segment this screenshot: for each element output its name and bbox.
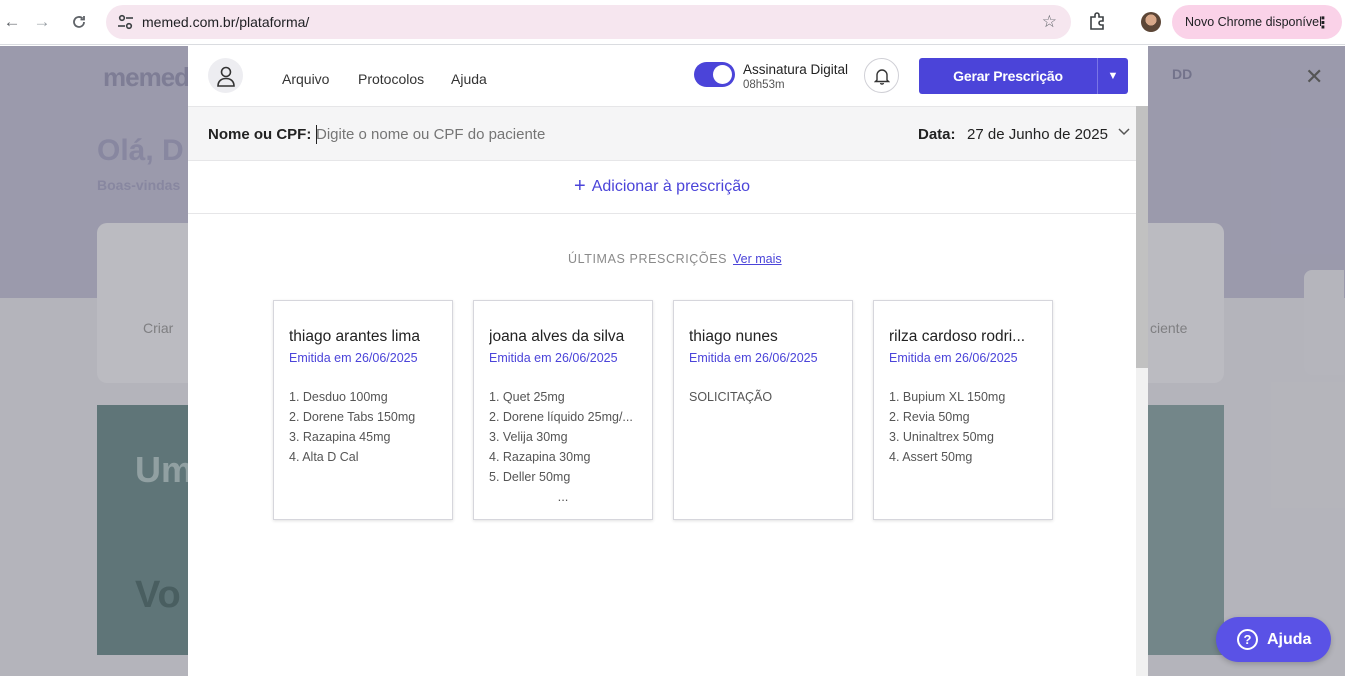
prescription-item: 1. Desduo 100mg bbox=[289, 390, 388, 404]
menu-arquivo[interactable]: Arquivo bbox=[282, 71, 329, 87]
browser-toolbar: ← → memed.com.br/plataforma/ ☆ Novo Chro… bbox=[0, 0, 1345, 45]
recent-prescriptions-title: ÚLTIMAS PRESCRIÇÕES bbox=[568, 252, 728, 266]
prescription-item: 5. Deller 50mg bbox=[489, 470, 571, 484]
menu-protocolos[interactable]: Protocolos bbox=[358, 71, 424, 87]
prescription-item: 1. Bupium XL 150mg bbox=[889, 390, 1006, 404]
emitted-date: Emitida em 26/06/2025 bbox=[489, 351, 618, 365]
prescription-card[interactable]: thiago arantes lima Emitida em 26/06/202… bbox=[273, 300, 453, 520]
more-items-ellipsis: ... bbox=[557, 489, 569, 504]
generate-options-dropdown[interactable]: ▼ bbox=[1097, 58, 1128, 94]
reload-icon[interactable] bbox=[67, 10, 91, 34]
address-bar[interactable]: memed.com.br/plataforma/ ☆ bbox=[106, 5, 1071, 39]
prescription-card[interactable]: thiago nunes Emitida em 26/06/2025 SOLIC… bbox=[673, 300, 853, 520]
signature-time: 08h53m bbox=[743, 79, 785, 91]
patient-row: Nome ou CPF: Data: 27 de Junho de 2025 bbox=[188, 106, 1136, 161]
help-button[interactable]: ? Ajuda bbox=[1216, 617, 1331, 662]
prescription-card[interactable]: rilza cardoso rodri... Emitida em 26/06/… bbox=[873, 300, 1053, 520]
more-vert-icon[interactable]: ⋮ bbox=[1315, 13, 1331, 33]
prescription-item: 4. Alta D Cal bbox=[289, 450, 359, 464]
help-label: Ajuda bbox=[1267, 630, 1312, 648]
bookmark-star-icon[interactable]: ☆ bbox=[1042, 12, 1057, 32]
prescription-item: 1. Quet 25mg bbox=[489, 390, 565, 404]
prescription-item: 3. Velija 30mg bbox=[489, 430, 568, 444]
site-settings-icon[interactable] bbox=[116, 13, 136, 31]
date-label: Data: bbox=[918, 126, 956, 143]
plus-icon: + bbox=[574, 174, 586, 197]
digital-signature-toggle[interactable] bbox=[694, 62, 735, 87]
patient-name: rilza cardoso rodri... bbox=[889, 328, 1026, 345]
prescription-item: 2. Dorene líquido 25mg/... bbox=[489, 410, 633, 424]
patient-name: joana alves da silva bbox=[489, 328, 625, 345]
patient-name: thiago arantes lima bbox=[289, 328, 420, 345]
prescription-item: 4. Razapina 30mg bbox=[489, 450, 591, 464]
see-more-link[interactable]: Ver mais bbox=[733, 252, 782, 266]
generate-prescription-button[interactable]: Gerar Prescrição bbox=[919, 58, 1097, 94]
user-avatar-icon[interactable] bbox=[208, 58, 243, 93]
back-arrow-icon[interactable]: ← bbox=[0, 10, 24, 34]
toggle-knob bbox=[713, 65, 732, 84]
prescription-item: 4. Assert 50mg bbox=[889, 450, 973, 464]
emitted-date: Emitida em 26/06/2025 bbox=[689, 351, 818, 365]
emitted-date: Emitida em 26/06/2025 bbox=[889, 351, 1018, 365]
chrome-update-label: Novo Chrome disponível bbox=[1185, 15, 1322, 29]
scrollbar-thumb[interactable] bbox=[1136, 106, 1148, 368]
add-to-prescription-button[interactable]: + Adicionar à prescrição bbox=[188, 161, 1136, 214]
patient-name: thiago nunes bbox=[689, 328, 778, 345]
extensions-puzzle-icon[interactable] bbox=[1087, 11, 1107, 31]
add-to-prescription-label: Adicionar à prescrição bbox=[591, 178, 750, 195]
date-value[interactable]: 27 de Junho de 2025 bbox=[967, 126, 1108, 143]
prescription-modal: Arquivo Protocolos Ajuda Assinatura Digi… bbox=[188, 46, 1148, 676]
prescription-item: 3. Razapina 45mg bbox=[289, 430, 391, 444]
prescription-item: 2. Dorene Tabs 150mg bbox=[289, 410, 416, 424]
emitted-date: Emitida em 26/06/2025 bbox=[289, 351, 418, 365]
caret-down-icon: ▼ bbox=[1107, 70, 1119, 82]
chrome-update-button[interactable]: Novo Chrome disponível ⋮ bbox=[1172, 5, 1342, 39]
forward-arrow-icon[interactable]: → bbox=[30, 10, 54, 34]
signature-title: Assinatura Digital bbox=[743, 62, 849, 77]
prescription-item: 2. Revia 50mg bbox=[889, 410, 970, 424]
close-modal-icon[interactable]: ✕ bbox=[1305, 64, 1323, 90]
prescription-item: SOLICITAÇÃO bbox=[689, 390, 773, 404]
prescription-item: 3. Uninaltrex 50mg bbox=[889, 430, 994, 444]
prescription-card[interactable]: joana alves da silva Emitida em 26/06/20… bbox=[473, 300, 653, 520]
question-mark-icon: ? bbox=[1237, 629, 1258, 650]
url-text[interactable]: memed.com.br/plataforma/ bbox=[142, 14, 309, 30]
modal-scrollbar[interactable] bbox=[1136, 106, 1148, 676]
patient-label: Nome ou CPF: bbox=[208, 126, 312, 143]
menu-ajuda[interactable]: Ajuda bbox=[451, 71, 487, 87]
profile-avatar-icon[interactable] bbox=[1141, 12, 1161, 32]
notifications-bell-icon[interactable] bbox=[864, 58, 899, 93]
modal-header: Arquivo Protocolos Ajuda Assinatura Digi… bbox=[188, 46, 1136, 106]
chevron-down-icon[interactable] bbox=[1117, 124, 1131, 138]
patient-search-input[interactable] bbox=[316, 126, 616, 143]
